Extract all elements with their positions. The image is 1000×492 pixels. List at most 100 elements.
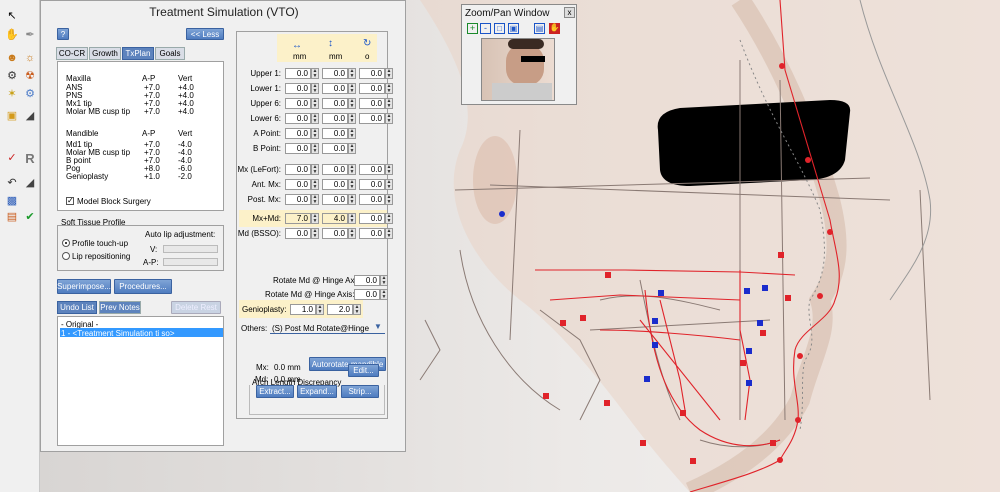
movement-field[interactable]: 0.0 [322, 143, 348, 154]
movement-field[interactable]: 0.0 [359, 164, 385, 175]
movement-field[interactable]: 0.0 [359, 228, 385, 239]
movement-field[interactable]: 0.0 [285, 228, 311, 239]
movement-field[interactable]: 0.0 [322, 83, 348, 94]
movement-field[interactable]: 0.0 [285, 179, 311, 190]
genioplasty-vert-spinner[interactable]: ▲ ▼ [353, 304, 361, 315]
movement-field[interactable]: 0.0 [285, 143, 311, 154]
movement-field[interactable]: 0.0 [359, 213, 385, 224]
movement-field[interactable]: 0.0 [322, 164, 348, 175]
movement-field[interactable]: 0.0 [359, 113, 385, 124]
teeth-icon[interactable]: ⚙ [4, 68, 20, 84]
rotate-hinge-field[interactable]: 0.0 [354, 275, 380, 286]
measure-icon[interactable]: ✓ [4, 150, 20, 166]
folder-icon[interactable]: ▣ [4, 108, 20, 124]
arrow-icon[interactable]: ↖ [4, 8, 20, 24]
movement-field[interactable]: 0.0 [285, 113, 311, 124]
movement-field[interactable]: 0.0 [285, 83, 311, 94]
tab-txplan[interactable]: TxPlan [122, 47, 154, 60]
edit-button[interactable]: Edit... [348, 364, 379, 377]
extract-button[interactable]: Extract... [256, 385, 294, 398]
close-button[interactable]: x [564, 7, 575, 18]
less-button[interactable]: << Less [186, 28, 224, 40]
undo-icon[interactable]: ↶ [4, 175, 20, 191]
movement-spinner[interactable]: ▲ ▼ [385, 213, 393, 224]
print-icon[interactable]: ▤ [4, 209, 20, 225]
movement-field[interactable]: 0.0 [359, 179, 385, 190]
pen-icon[interactable]: ✒ [22, 27, 38, 43]
prev-notes-tab[interactable]: Prev Notes [99, 301, 141, 314]
strip-button[interactable]: Strip... [341, 385, 379, 398]
movement-field[interactable]: 0.0 [322, 68, 348, 79]
movement-spinner[interactable]: ▲ ▼ [385, 113, 393, 124]
movement-spinner[interactable]: ▲ ▼ [311, 98, 319, 109]
undo-list-tab[interactable]: Undo List [57, 301, 97, 314]
fit-icon[interactable]: □ [494, 23, 505, 34]
genioplasty-vert-field[interactable]: 2.0 [327, 304, 353, 315]
movement-field[interactable]: 0.0 [322, 194, 348, 205]
movement-field[interactable]: 7.0 [285, 213, 311, 224]
zoom-in-icon[interactable]: + [467, 23, 478, 34]
profile-touchup-radio[interactable] [62, 239, 70, 247]
genioplasty-ap-field[interactable]: 1.0 [290, 304, 316, 315]
movement-spinner[interactable]: ▲ ▼ [311, 143, 319, 154]
tab-goals[interactable]: Goals [155, 47, 185, 60]
movement-field[interactable]: 4.0 [322, 213, 348, 224]
wand-icon[interactable]: ✶ [4, 86, 20, 102]
monitor-icon[interactable]: ▤ [534, 23, 545, 34]
delete-rest-button[interactable]: Delete Rest [171, 301, 221, 314]
r-icon[interactable]: R [22, 150, 38, 166]
movement-spinner[interactable]: ▲ ▼ [348, 143, 356, 154]
movement-field[interactable]: 0.0 [285, 164, 311, 175]
movement-field[interactable]: 0.0 [322, 113, 348, 124]
movement-spinner[interactable]: ▲ ▼ [385, 83, 393, 94]
movement-spinner[interactable]: ▲ ▼ [311, 83, 319, 94]
pan-hand-icon[interactable]: ✋ [549, 23, 560, 34]
face-icon[interactable]: ☻ [4, 50, 20, 66]
movement-field[interactable]: 0.0 [359, 98, 385, 109]
movement-field[interactable]: 0.0 [322, 228, 348, 239]
others-dropdown[interactable]: (S) Post Md Rotate@Hinge ▼ [270, 322, 385, 334]
ap-slider[interactable] [163, 258, 218, 266]
movement-field[interactable]: 0.0 [322, 128, 348, 139]
thumbnail-image[interactable] [481, 38, 555, 101]
rotate-hinge2-spinner[interactable]: ▲ ▼ [380, 289, 388, 300]
undo-list[interactable]: - Original - 1 - <Treatment Simulation t… [57, 316, 224, 446]
movement-spinner[interactable]: ▲ ▼ [311, 213, 319, 224]
movement-spinner[interactable]: ▲ ▼ [385, 179, 393, 190]
movement-spinner[interactable]: ▲ ▼ [311, 113, 319, 124]
gear-icon[interactable]: ⚙ [22, 86, 38, 102]
zoom-out-icon[interactable]: - [480, 23, 491, 34]
movement-spinner[interactable]: ▲ ▼ [348, 228, 356, 239]
rotate-hinge-spinner[interactable]: ▲ ▼ [380, 275, 388, 286]
rotate-hinge2-field[interactable]: 0.0 [354, 289, 380, 300]
skull-icon[interactable]: ☢ [22, 68, 38, 84]
movement-field[interactable]: 0.0 [322, 98, 348, 109]
model-block-checkbox[interactable]: ✓ [66, 197, 74, 205]
movement-spinner[interactable]: ▲ ▼ [311, 128, 319, 139]
movement-field[interactable]: 0.0 [285, 194, 311, 205]
movement-spinner[interactable]: ▲ ▼ [311, 164, 319, 175]
movement-spinner[interactable]: ▲ ▼ [348, 128, 356, 139]
tab-co-cr[interactable]: CO-CR [56, 47, 88, 60]
movement-field[interactable]: 0.0 [359, 194, 385, 205]
expand-button[interactable]: Expand... [297, 385, 337, 398]
movement-spinner[interactable]: ▲ ▼ [348, 83, 356, 94]
ruler-icon[interactable]: ◢ [22, 108, 38, 124]
movement-field[interactable]: 0.0 [359, 68, 385, 79]
movement-spinner[interactable]: ▲ ▼ [311, 194, 319, 205]
movement-spinner[interactable]: ▲ ▼ [348, 213, 356, 224]
movement-field[interactable]: 0.0 [285, 98, 311, 109]
movement-spinner[interactable]: ▲ ▼ [348, 194, 356, 205]
movement-spinner[interactable]: ▲ ▼ [385, 194, 393, 205]
movement-spinner[interactable]: ▲ ▼ [348, 113, 356, 124]
movement-spinner[interactable]: ▲ ▼ [311, 228, 319, 239]
movement-spinner[interactable]: ▲ ▼ [348, 98, 356, 109]
movement-spinner[interactable]: ▲ ▼ [385, 164, 393, 175]
movement-spinner[interactable]: ▲ ▼ [385, 98, 393, 109]
movement-field[interactable]: 0.0 [285, 128, 311, 139]
movement-spinner[interactable]: ▲ ▼ [348, 68, 356, 79]
triangle-icon[interactable]: ◢ [22, 175, 38, 191]
movement-spinner[interactable]: ▲ ▼ [348, 179, 356, 190]
movement-field[interactable]: 0.0 [285, 68, 311, 79]
check-icon[interactable]: ✔ [22, 209, 38, 225]
